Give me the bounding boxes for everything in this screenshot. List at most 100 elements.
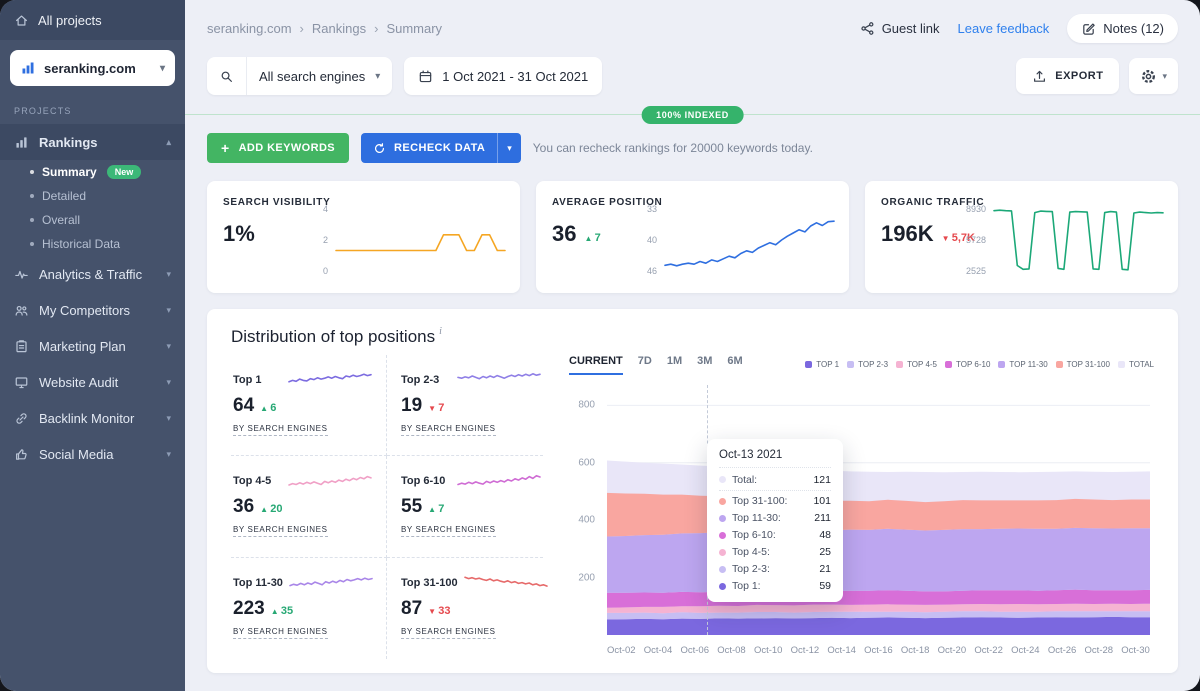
bullet-icon xyxy=(30,170,34,174)
date-range-picker[interactable]: 1 Oct 2021 - 31 Oct 2021 xyxy=(404,57,602,95)
calendar-icon xyxy=(418,69,433,84)
legend-item[interactable]: TOTAL xyxy=(1118,360,1154,369)
all-projects-button[interactable]: All projects xyxy=(0,0,185,40)
sidebar: All projects seranking.com PROJECTS Rank… xyxy=(0,0,185,691)
recheck-data-button[interactable]: RECHECK DATA xyxy=(361,133,521,163)
search-engine-value: All search engines xyxy=(247,69,375,84)
breadcrumb-separator: › xyxy=(300,21,304,36)
tab-6m[interactable]: 6M xyxy=(727,355,742,375)
card-organic-traffic[interactable]: ORGANIC TRAFFIC 196K 5,7K 893057282525 xyxy=(865,181,1178,293)
axis-tick: 46 xyxy=(647,266,657,276)
sidebar-item-label: Analytics & Traffic xyxy=(39,267,142,282)
sidebar-item-social-media[interactable]: Social Media xyxy=(0,436,185,472)
sidebar-item-label: Backlink Monitor xyxy=(39,411,134,426)
tooltip-dot xyxy=(719,566,726,573)
sidebar-subitem-summary[interactable]: Summary New xyxy=(0,160,185,184)
sidebar-item-label: Marketing Plan xyxy=(39,339,126,354)
distribution-title: Distribution of top positions xyxy=(231,327,435,347)
stat-sparkline xyxy=(464,570,548,596)
position-stat-top-6-10[interactable]: Top 6-10557BY SEARCH ENGINES xyxy=(387,456,543,557)
stat-delta: 7 xyxy=(428,402,444,414)
sidebar-subitem-detailed[interactable]: Detailed xyxy=(0,184,185,208)
recheck-dropdown-toggle[interactable] xyxy=(497,133,521,163)
axis-tick: Oct-14 xyxy=(827,645,856,659)
sidebar-item-label: Social Media xyxy=(39,447,113,462)
chevron-up-icon xyxy=(166,137,171,148)
project-name: seranking.com xyxy=(44,61,136,76)
tab-current[interactable]: CURRENT xyxy=(569,355,623,375)
position-stat-top-1[interactable]: Top 1646BY SEARCH ENGINES xyxy=(231,355,387,456)
sidebar-item-my-competitors[interactable]: My Competitors xyxy=(0,292,185,328)
legend-item[interactable]: TOP 1 xyxy=(805,360,839,369)
position-stat-top-11-30[interactable]: Top 11-3022335BY SEARCH ENGINES xyxy=(231,558,387,659)
project-selector[interactable]: seranking.com xyxy=(10,50,175,86)
sidebar-subitem-overall[interactable]: Overall xyxy=(0,208,185,232)
export-button[interactable]: EXPORT xyxy=(1016,58,1119,94)
info-icon[interactable]: i xyxy=(439,326,442,337)
toolbar-right: EXPORT xyxy=(1016,58,1178,94)
stat-delta: 33 xyxy=(428,605,450,617)
stat-delta: 20 xyxy=(260,503,282,515)
chevron-down-icon xyxy=(166,377,171,388)
legend-swatch xyxy=(896,361,903,368)
axis-tick: 2 xyxy=(323,235,328,245)
sidebar-subitem-historical-data[interactable]: Historical Data xyxy=(0,232,185,256)
tab-3m[interactable]: 3M xyxy=(697,355,712,375)
stat-delta: 7 xyxy=(428,503,444,515)
distribution-title-row: Distribution of top positions i xyxy=(231,327,1154,347)
stat-value: 87 xyxy=(401,598,422,620)
search-engine-select[interactable]: All search engines xyxy=(207,57,392,95)
settings-button[interactable] xyxy=(1129,58,1178,94)
sidebar-item-analytics-traffic[interactable]: Analytics & Traffic xyxy=(0,256,185,292)
stat-label: Top 4-5 xyxy=(233,475,271,487)
legend-item[interactable]: TOP 31-100 xyxy=(1056,360,1110,369)
legend-item[interactable]: TOP 11-30 xyxy=(998,360,1047,369)
axis-tick: Oct-08 xyxy=(717,645,746,659)
chevron-down-icon xyxy=(166,269,171,280)
positions-chart-panel: CURRENT 7D 1M 3M 6M TOP 1TOP 2-3TOP 4-5T… xyxy=(569,355,1154,659)
sidebar-item-marketing-plan[interactable]: Marketing Plan xyxy=(0,328,185,364)
card-average-position[interactable]: AVERAGE POSITION 36 7 334046 xyxy=(536,181,849,293)
leave-feedback-link[interactable]: Leave feedback xyxy=(958,21,1050,36)
position-stat-top-4-5[interactable]: Top 4-53620BY SEARCH ENGINES xyxy=(231,456,387,557)
positions-chart[interactable]: 800600400200 Oct-13 2021 Total:121Top 31… xyxy=(569,391,1154,659)
legend-label: TOP 31-100 xyxy=(1067,360,1110,369)
sidebar-item-backlink-monitor[interactable]: Backlink Monitor xyxy=(0,400,185,436)
breadcrumb: seranking.com › Rankings › Summary xyxy=(207,21,442,36)
rankings-icon xyxy=(14,135,29,150)
chart-legend: TOP 1 TOP 2-3 TOP 4-5 TOP 6-10 TOP 11-30 TOP … xyxy=(805,360,1154,375)
export-label: EXPORT xyxy=(1055,70,1103,82)
notes-button[interactable]: Notes (12) xyxy=(1067,14,1178,43)
axis-tick: 8930 xyxy=(966,204,986,214)
axis-tick: Oct-10 xyxy=(754,645,783,659)
axis-tick: 40 xyxy=(647,235,657,245)
tooltip-title: Oct-13 2021 xyxy=(719,449,831,468)
tab-1m[interactable]: 1M xyxy=(667,355,682,375)
add-keywords-button[interactable]: ADD KEYWORDS xyxy=(207,133,349,163)
legend-item[interactable]: TOP 4-5 xyxy=(896,360,937,369)
sparkline xyxy=(335,203,506,277)
sidebar-item-label: My Competitors xyxy=(39,303,130,318)
legend-item[interactable]: TOP 2-3 xyxy=(847,360,888,369)
sidebar-item-website-audit[interactable]: Website Audit xyxy=(0,364,185,400)
tooltip-dot xyxy=(719,583,726,590)
position-stat-top-31-100[interactable]: Top 31-1008733BY SEARCH ENGINES xyxy=(387,558,543,659)
position-stat-top-2-3[interactable]: Top 2-3197BY SEARCH ENGINES xyxy=(387,355,543,456)
legend-item[interactable]: TOP 6-10 xyxy=(945,360,990,369)
sidebar-item-rankings[interactable]: Rankings xyxy=(0,124,185,160)
breadcrumb-rankings[interactable]: Rankings xyxy=(312,21,366,36)
bullet-icon xyxy=(30,218,34,222)
tooltip-label: Total: xyxy=(732,474,757,486)
date-range-value: 1 Oct 2021 - 31 Oct 2021 xyxy=(442,69,588,84)
stat-sub-label: BY SEARCH ENGINES xyxy=(401,627,496,639)
breadcrumb-project[interactable]: seranking.com xyxy=(207,21,292,36)
legend-swatch xyxy=(805,361,812,368)
breadcrumb-separator: › xyxy=(374,21,378,36)
guest-link-button[interactable]: Guest link xyxy=(860,21,940,36)
sidebar-subitem-label: Summary xyxy=(42,165,97,179)
legend-label: TOP 1 xyxy=(816,360,839,369)
tab-7d[interactable]: 7D xyxy=(638,355,652,375)
card-search-visibility[interactable]: SEARCH VISIBILITY 1% 420 xyxy=(207,181,520,293)
position-stats-grid: Top 1646BY SEARCH ENGINESTop 2-3197BY SE… xyxy=(231,355,543,659)
chevron-down-icon xyxy=(166,305,171,316)
